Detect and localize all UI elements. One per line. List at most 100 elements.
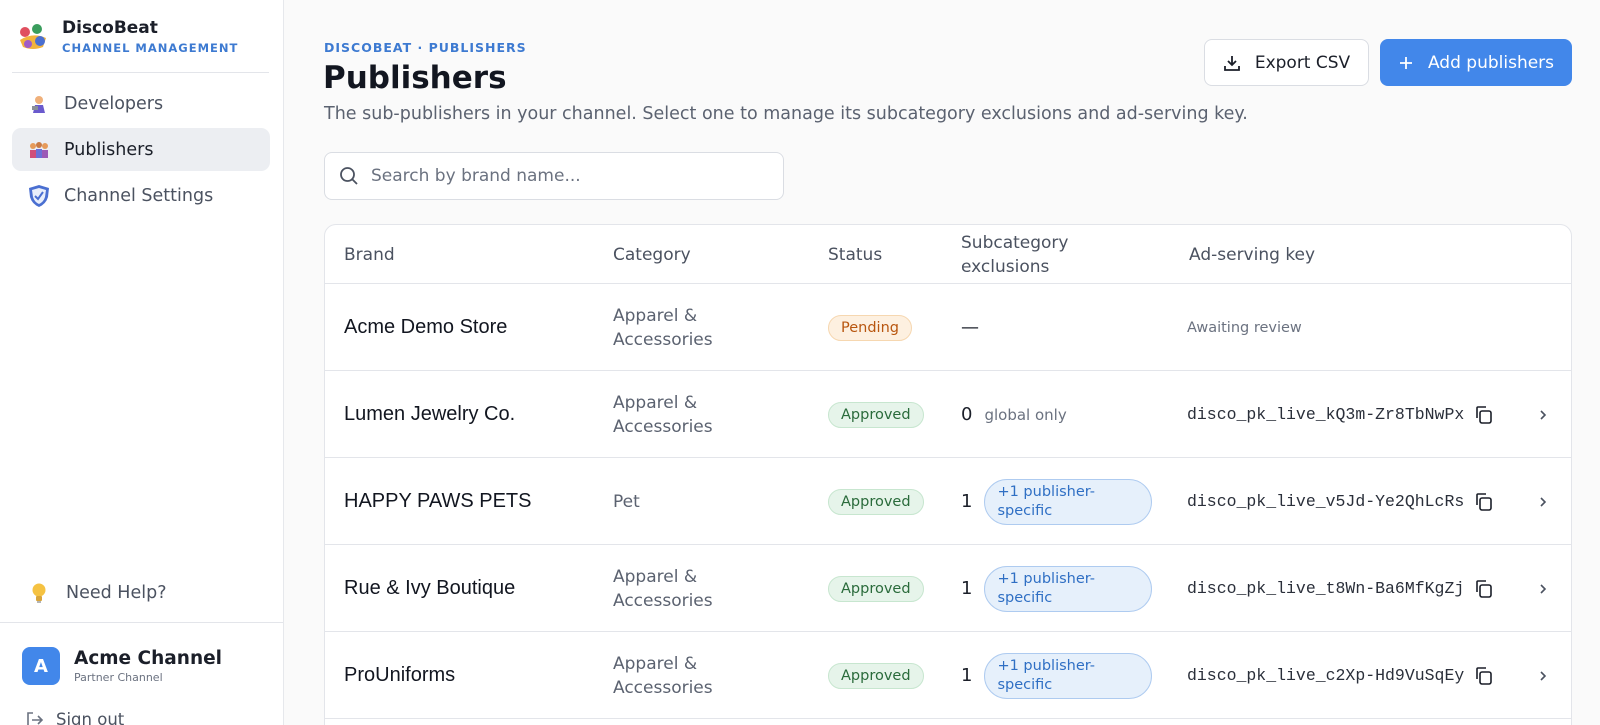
- account-name: Acme Channel: [74, 647, 223, 669]
- sign-out-link[interactable]: Sign out: [26, 710, 124, 725]
- app-subtitle: CHANNEL MANAGEMENT: [62, 41, 239, 55]
- exclusions-note: global only: [984, 405, 1067, 424]
- shield-icon: [28, 184, 50, 207]
- developer-emoji-icon: [28, 93, 50, 115]
- brand-name: ProUniforms: [344, 664, 456, 686]
- column-header-brand[interactable]: Brand: [344, 225, 395, 284]
- category: Apparel & Accessories: [613, 392, 713, 437]
- sign-out-label: Sign out: [56, 710, 125, 725]
- ad-serving-key: disco_pk_live_c2Xp-Hd9VuSqEy: [1187, 666, 1465, 685]
- sidebar-item-label: Developers: [64, 93, 164, 114]
- status-cell: Approved: [828, 458, 924, 545]
- search-input[interactable]: [371, 166, 771, 186]
- exclusions-pill: +1 publisher-specific: [984, 478, 1153, 525]
- table-row[interactable]: Lumen Jewelry Co. Apparel & Accessories …: [325, 371, 1571, 458]
- status-badge: Approved: [828, 575, 924, 602]
- sign-out-icon: [27, 711, 44, 725]
- key-cell: Awaiting review: [1187, 284, 1302, 371]
- status-badge: Approved: [828, 488, 924, 515]
- sidebar-item-label: Channel Settings: [64, 185, 214, 206]
- search-icon: [340, 167, 358, 185]
- exclusions-cell: 0 global only: [961, 371, 1067, 458]
- copy-icon[interactable]: [1473, 578, 1495, 600]
- status-cell: Approved: [828, 371, 924, 458]
- table-row[interactable]: ProUniforms Apparel & Accessories Approv…: [325, 632, 1571, 719]
- page-subtitle: The sub-publishers in your channel. Sele…: [324, 104, 1248, 124]
- add-publishers-button[interactable]: Add publishers: [1380, 39, 1572, 86]
- table-row[interactable]: Acme Demo Store Apparel & Accessories Pe…: [325, 284, 1571, 371]
- export-csv-label: Export CSV: [1254, 52, 1351, 73]
- category: Apparel & Accessories: [613, 305, 713, 350]
- table-row[interactable]: Rue & Ivy Boutique Apparel & Accessories…: [325, 545, 1571, 632]
- exclusions-cell: 1 +1 publisher-specific: [961, 545, 1153, 632]
- brand-name: Acme Demo Store: [344, 316, 508, 338]
- exclusions-pill: +1 publisher-specific: [984, 565, 1153, 612]
- ad-serving-key: disco_pk_live_t8Wn-Ba6MfKgZj: [1187, 579, 1465, 598]
- key-cell: disco_pk_live_t8Wn-Ba6MfKgZj: [1187, 545, 1495, 632]
- chevron-right-icon[interactable]: [1537, 632, 1549, 719]
- table-row[interactable]: HAPPY PAWS PETS Pet Approved 1 +1 publish…: [325, 458, 1571, 545]
- chevron-right-icon[interactable]: [1537, 545, 1549, 632]
- download-icon: [1223, 55, 1240, 71]
- status-badge: Pending: [828, 314, 912, 341]
- exclusions-count: 0: [961, 404, 973, 425]
- sidebar-item-channel-settings[interactable]: Channel Settings: [12, 174, 270, 217]
- column-header-ad-serving-key[interactable]: Ad-serving key: [1189, 225, 1315, 284]
- key-cell: disco_pk_live_v5Jd-Ye2QhLcRs: [1187, 458, 1495, 545]
- publishers-table: Brand Category Status Subcategory exclus…: [324, 224, 1572, 725]
- ad-serving-key: disco_pk_live_v5Jd-Ye2QhLcRs: [1187, 492, 1465, 511]
- table-header: Brand Category Status Subcategory exclus…: [325, 225, 1571, 284]
- exclusions-count: 1: [961, 665, 973, 686]
- need-help-link[interactable]: Need Help?: [28, 582, 166, 604]
- exclusions-count: 1: [961, 578, 973, 599]
- key-status: Awaiting review: [1187, 319, 1302, 336]
- brand-name: HAPPY PAWS PETS: [344, 490, 532, 512]
- divider: [0, 622, 283, 623]
- breadcrumb: DISCOBEAT · PUBLISHERS: [324, 40, 527, 55]
- divider: [12, 72, 269, 73]
- sidebar-item-developers[interactable]: Developers: [12, 82, 270, 125]
- page-title: Publishers: [323, 60, 507, 96]
- search-box[interactable]: [324, 152, 784, 200]
- brand-name: Rue & Ivy Boutique: [344, 577, 516, 599]
- discobeat-logo-icon: [20, 23, 46, 49]
- exclusions-cell: —: [961, 284, 991, 371]
- brand-name: Lumen Jewelry Co.: [344, 403, 516, 425]
- avatar: A: [22, 647, 60, 685]
- export-csv-button[interactable]: Export CSV: [1204, 39, 1369, 86]
- sidebar-item-label: Publishers: [64, 139, 154, 160]
- status-badge: Approved: [828, 662, 924, 689]
- exclusions-cell: 1 +1 publisher-specific: [961, 632, 1153, 719]
- chevron-right-icon[interactable]: [1537, 371, 1549, 458]
- people-emoji-icon: [28, 139, 50, 161]
- ad-serving-key: disco_pk_live_kQ3m-Zr8TbNwPx: [1187, 405, 1465, 424]
- exclusions-pill: +1 publisher-specific: [984, 652, 1153, 699]
- status-cell: Approved: [828, 545, 924, 632]
- app-name: DiscoBeat: [62, 18, 158, 38]
- need-help-label: Need Help?: [66, 583, 167, 603]
- column-header-status[interactable]: Status: [828, 225, 882, 284]
- exclusions-count: —: [961, 317, 979, 338]
- key-cell: disco_pk_live_kQ3m-Zr8TbNwPx: [1187, 371, 1495, 458]
- status-cell: Approved: [828, 632, 924, 719]
- key-cell: disco_pk_live_c2Xp-Hd9VuSqEy: [1187, 632, 1495, 719]
- category: Apparel & Accessories: [613, 653, 713, 698]
- lightbulb-icon: [28, 582, 50, 604]
- category: Apparel & Accessories: [613, 566, 713, 611]
- status-cell: Pending: [828, 284, 912, 371]
- sidebar: DiscoBeat CHANNEL MANAGEMENT Developers …: [0, 0, 284, 725]
- status-badge: Approved: [828, 401, 924, 428]
- copy-icon[interactable]: [1473, 665, 1495, 687]
- column-header-category[interactable]: Category: [613, 225, 691, 284]
- exclusions-cell: 1 +1 publisher-specific: [961, 458, 1153, 545]
- sidebar-nav: Developers Publishers Channel Settings: [12, 82, 270, 220]
- category: Pet: [613, 491, 640, 512]
- chevron-right-icon[interactable]: [1537, 458, 1549, 545]
- account-menu[interactable]: A Acme Channel Partner Channel: [22, 647, 222, 685]
- column-header-exclusions[interactable]: Subcategory exclusions: [961, 225, 1091, 284]
- brand[interactable]: DiscoBeat CHANNEL MANAGEMENT: [16, 18, 238, 55]
- sidebar-item-publishers[interactable]: Publishers: [12, 128, 270, 171]
- copy-icon[interactable]: [1473, 491, 1495, 513]
- account-type: Partner Channel: [74, 670, 163, 684]
- copy-icon[interactable]: [1473, 404, 1495, 426]
